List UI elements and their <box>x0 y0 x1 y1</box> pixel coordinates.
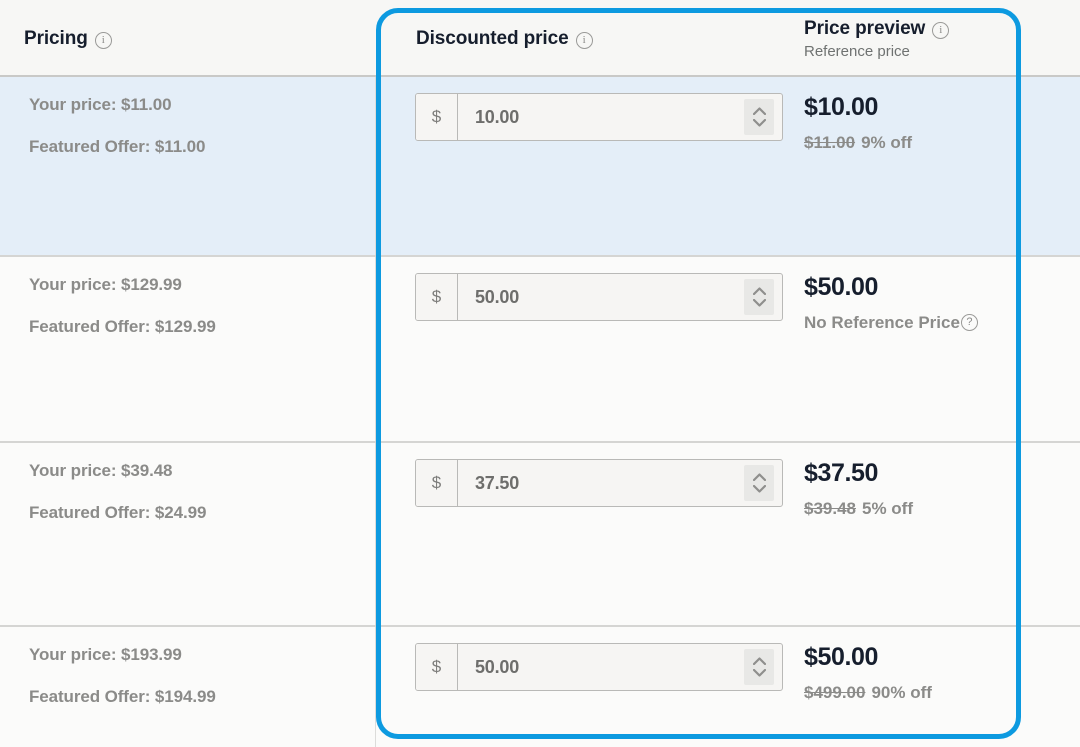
your-price-label: Your price: $129.99 <box>29 275 182 294</box>
question-mark-icon[interactable]: ? <box>960 313 978 331</box>
number-stepper[interactable] <box>744 649 774 685</box>
preview-discount-line: $11.00 9% off <box>804 133 912 153</box>
discount-percent-label: 9% off <box>861 133 913 152</box>
preview-discount-line: $39.48 5% off <box>804 499 913 519</box>
cell-price-preview: $10.00 $11.00 9% off <box>804 77 1080 255</box>
pricing-table-page: Pricing i Discounted price i Price previ… <box>0 0 1080 747</box>
featured-offer-label: Featured Offer: $11.00 <box>29 137 206 156</box>
pricing-table: Pricing i Discounted price i Price previ… <box>0 0 1080 747</box>
cell-discounted-price: $ 10.00 <box>376 77 804 255</box>
no-reference-price-label: No Reference Price <box>804 313 960 332</box>
cell-discounted-price: $ 50.00 <box>376 627 804 747</box>
cell-price-preview: $37.50 $39.48 5% off <box>804 443 1080 625</box>
header-cell-pricing: Pricing i <box>0 0 376 75</box>
preview-no-reference-line: No Reference Price ? <box>804 313 978 333</box>
cell-pricing: Your price: $11.00 Featured Offer: $11.0… <box>0 77 376 255</box>
chevron-down-icon <box>752 669 766 677</box>
discounted-price-input[interactable]: 37.50 <box>458 460 744 506</box>
table-row[interactable]: Your price: $129.99 Featured Offer: $129… <box>0 257 1080 443</box>
preview-price: $10.00 <box>804 93 879 121</box>
discounted-price-input[interactable]: 50.00 <box>458 644 744 690</box>
cell-pricing: Your price: $193.99 Featured Offer: $194… <box>0 627 376 747</box>
info-icon[interactable]: i <box>932 21 950 39</box>
chevron-up-icon <box>752 657 766 665</box>
reference-price-strikethrough: $39.48 <box>804 499 856 518</box>
discounted-price-input-group[interactable]: $ 50.00 <box>415 273 783 321</box>
reference-price-strikethrough: $11.00 <box>804 133 856 152</box>
info-icon[interactable]: i <box>575 31 593 49</box>
cell-pricing: Your price: $39.48 Featured Offer: $24.9… <box>0 443 376 625</box>
discounted-price-input-group[interactable]: $ 50.00 <box>415 643 783 691</box>
featured-offer-label: Featured Offer: $194.99 <box>29 687 216 706</box>
chevron-down-icon <box>752 485 766 493</box>
currency-symbol: $ <box>416 644 458 690</box>
discounted-price-input[interactable]: 10.00 <box>458 94 744 140</box>
preview-price: $37.50 <box>804 459 879 487</box>
your-price-label: Your price: $193.99 <box>29 645 182 664</box>
table-header-row: Pricing i Discounted price i Price previ… <box>0 0 1080 77</box>
table-row[interactable]: Your price: $193.99 Featured Offer: $194… <box>0 627 1080 747</box>
discounted-price-input[interactable]: 50.00 <box>458 274 744 320</box>
chevron-up-icon <box>752 473 766 481</box>
discount-percent-label: 90% off <box>871 683 932 702</box>
reference-price-strikethrough: $499.00 <box>804 683 866 702</box>
currency-symbol: $ <box>416 94 458 140</box>
cell-discounted-price: $ 50.00 <box>376 257 804 441</box>
preview-price: $50.00 <box>804 273 879 301</box>
chevron-up-icon <box>752 107 766 115</box>
cell-discounted-price: $ 37.50 <box>376 443 804 625</box>
cell-price-preview: $50.00 $499.00 90% off <box>804 627 1080 747</box>
info-icon[interactable]: i <box>94 31 112 49</box>
header-cell-price-preview: Price preview i Reference price <box>804 0 1080 75</box>
number-stepper[interactable] <box>744 99 774 135</box>
currency-symbol: $ <box>416 460 458 506</box>
chevron-down-icon <box>752 119 766 127</box>
featured-offer-label: Featured Offer: $129.99 <box>29 317 216 336</box>
your-price-label: Your price: $39.48 <box>29 461 173 480</box>
featured-offer-label: Featured Offer: $24.99 <box>29 503 207 522</box>
preview-price: $50.00 <box>804 643 879 671</box>
discount-percent-label: 5% off <box>862 499 913 518</box>
column-header-pricing-label: Pricing <box>24 28 88 49</box>
number-stepper[interactable] <box>744 465 774 501</box>
discounted-price-input-group[interactable]: $ 37.50 <box>415 459 783 507</box>
column-header-discounted-price-label: Discounted price <box>416 28 569 49</box>
chevron-down-icon <box>752 299 766 307</box>
table-row[interactable]: Your price: $11.00 Featured Offer: $11.0… <box>0 77 1080 257</box>
column-header-price-preview-label: Price preview <box>804 18 926 39</box>
discounted-price-input-group[interactable]: $ 10.00 <box>415 93 783 141</box>
your-price-label: Your price: $11.00 <box>29 95 172 114</box>
cell-pricing: Your price: $129.99 Featured Offer: $129… <box>0 257 376 441</box>
number-stepper[interactable] <box>744 279 774 315</box>
chevron-up-icon <box>752 287 766 295</box>
header-cell-discounted-price: Discounted price i <box>376 0 804 75</box>
preview-discount-line: $499.00 90% off <box>804 683 932 703</box>
currency-symbol: $ <box>416 274 458 320</box>
cell-price-preview: $50.00 No Reference Price ? <box>804 257 1080 441</box>
column-header-reference-price-sublabel: Reference price <box>804 43 910 60</box>
table-row[interactable]: Your price: $39.48 Featured Offer: $24.9… <box>0 443 1080 627</box>
